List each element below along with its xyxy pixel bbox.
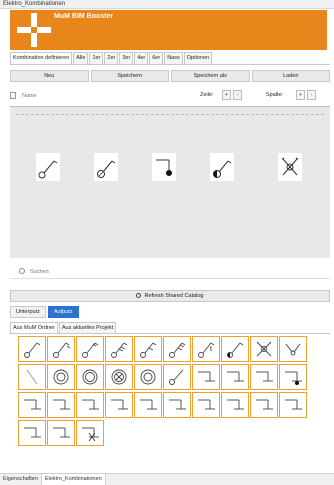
tab-all[interactable]: Alle [73, 52, 89, 64]
tab-1er[interactable]: 1er [89, 52, 104, 64]
column-plus-button[interactable]: + [296, 90, 305, 100]
symbol-switch-1-icon[interactable] [18, 336, 46, 362]
tab-6er[interactable]: 6er [149, 52, 164, 64]
canvas-guide-line [16, 114, 324, 115]
canvas-switch-icon[interactable] [36, 153, 60, 181]
app-title: MuM BIM Booster [54, 13, 114, 20]
symbol-switch-5-icon[interactable] [134, 336, 162, 362]
tab-4er[interactable]: 4er [134, 52, 149, 64]
save-button[interactable]: Speichern [90, 70, 169, 82]
symbol-socket-2-icon[interactable] [221, 364, 249, 390]
symbol-socket-13-icon[interactable] [279, 392, 307, 418]
canvas-cross-switch-icon[interactable] [278, 153, 302, 181]
refresh-icon [136, 293, 142, 298]
canvas-dimmer-switch-icon[interactable] [94, 153, 118, 181]
refresh-label: Refresh Shared Catalog [144, 293, 204, 299]
symbol-switch-t-icon[interactable]: t [192, 336, 220, 362]
search-icon [19, 268, 25, 274]
symbol-socket-x-icon[interactable] [76, 420, 104, 446]
tab-3er[interactable]: 3er [119, 52, 134, 64]
column-label: Spalte: [266, 92, 284, 98]
symbol-switch-2-icon[interactable] [47, 336, 75, 362]
mum-logo [17, 13, 51, 47]
tab-options[interactable]: Optionen [183, 52, 213, 64]
window-title: Elektro_Kombinationen [0, 0, 334, 9]
canvas-socket-icon[interactable] [152, 153, 176, 181]
tab-define-combination[interactable]: Kombination definieren [10, 52, 73, 64]
svg-text:t: t [210, 346, 212, 353]
symbol-socket-6-icon[interactable] [76, 392, 104, 418]
surface-mode-button[interactable]: Aufputz [47, 306, 79, 318]
symbol-socket-7-icon[interactable] [105, 392, 133, 418]
symbol-circle-cross-icon[interactable] [105, 364, 133, 390]
symbol-socket-9-icon[interactable] [163, 392, 191, 418]
symbol-socket-11-icon[interactable] [221, 392, 249, 418]
installation-mode-toggle: Unterputz Aufputz [10, 306, 79, 318]
save-as-button[interactable]: Speichern als [171, 70, 250, 82]
tab-mum-folder[interactable]: Aus MuM Ordner [10, 322, 58, 333]
symbol-socket-1-icon[interactable] [192, 364, 220, 390]
symbol-switch-4-icon[interactable] [105, 336, 133, 362]
symbol-circle-double-icon[interactable] [47, 364, 75, 390]
new-button[interactable]: Neu [10, 70, 89, 82]
document-icon [10, 92, 16, 99]
symbol-switch-3-icon[interactable] [76, 336, 104, 362]
bottom-panel-tabs: Eigenschaften Elektro_Kombinationen [0, 473, 334, 485]
symbol-socket-10-icon[interactable] [192, 392, 220, 418]
symbol-socket-3-icon[interactable] [250, 364, 278, 390]
tab-properties[interactable]: Eigenschaften [0, 474, 42, 485]
tab-divider [10, 64, 330, 65]
name-input[interactable] [22, 90, 172, 101]
symbol-circle-double-2-icon[interactable] [76, 364, 104, 390]
symbol-switch-diag-circle-icon[interactable] [163, 364, 191, 390]
symbol-switch-cross-icon[interactable] [250, 336, 278, 362]
name-row: Zeile: + - Spalte: + - [10, 90, 330, 101]
row-minus-button[interactable]: - [233, 90, 242, 100]
symbol-socket-5-icon[interactable] [47, 392, 75, 418]
tab-current-project[interactable]: Aus aktuelles Projekt [58, 322, 117, 333]
refresh-catalog-button[interactable]: Refresh Shared Catalog [10, 290, 330, 302]
tab-2er[interactable]: 2er [104, 52, 119, 64]
symbol-socket-4-icon[interactable] [18, 392, 46, 418]
catalog-search [10, 265, 330, 279]
source-tab-divider [10, 333, 330, 334]
action-toolbar: Neu Speichern Speichern als Laden [10, 70, 330, 82]
canvas-half-switch-icon[interactable] [210, 153, 234, 181]
tab-wet[interactable]: Nass [164, 52, 183, 64]
symbol-switch-6-icon[interactable] [163, 336, 191, 362]
symbol-switch-v-icon[interactable] [279, 336, 307, 362]
symbol-socket-15-icon[interactable] [47, 420, 75, 446]
symbol-socket-14-icon[interactable] [18, 420, 46, 446]
symbol-socket-dot-icon[interactable] [279, 364, 307, 390]
row-plus-button[interactable]: + [222, 90, 231, 100]
symbol-socket-8-icon[interactable] [134, 392, 162, 418]
header-banner: MuM BIM Booster [10, 10, 327, 50]
column-minus-button[interactable]: - [307, 90, 316, 100]
symbol-socket-12-icon[interactable] [250, 392, 278, 418]
symbol-palette: t [18, 336, 324, 446]
load-button[interactable]: Laden [251, 70, 330, 82]
main-tabs: Kombination definieren Alle 1er 2er 3er … [10, 52, 213, 64]
source-tabs: Aus MuM Ordner Aus aktuelles Projekt [10, 322, 117, 333]
concealed-mode-button[interactable]: Unterputz [10, 306, 46, 318]
combination-canvas[interactable] [10, 106, 330, 258]
search-input[interactable] [30, 266, 230, 278]
symbol-circle-double-3-icon[interactable] [134, 364, 162, 390]
tab-electro-combinations[interactable]: Elektro_Kombinationen [41, 474, 106, 485]
symbol-switch-half-icon[interactable] [221, 336, 249, 362]
symbol-line-diagonal-icon[interactable] [18, 364, 46, 390]
row-label: Zeile: [200, 92, 214, 98]
